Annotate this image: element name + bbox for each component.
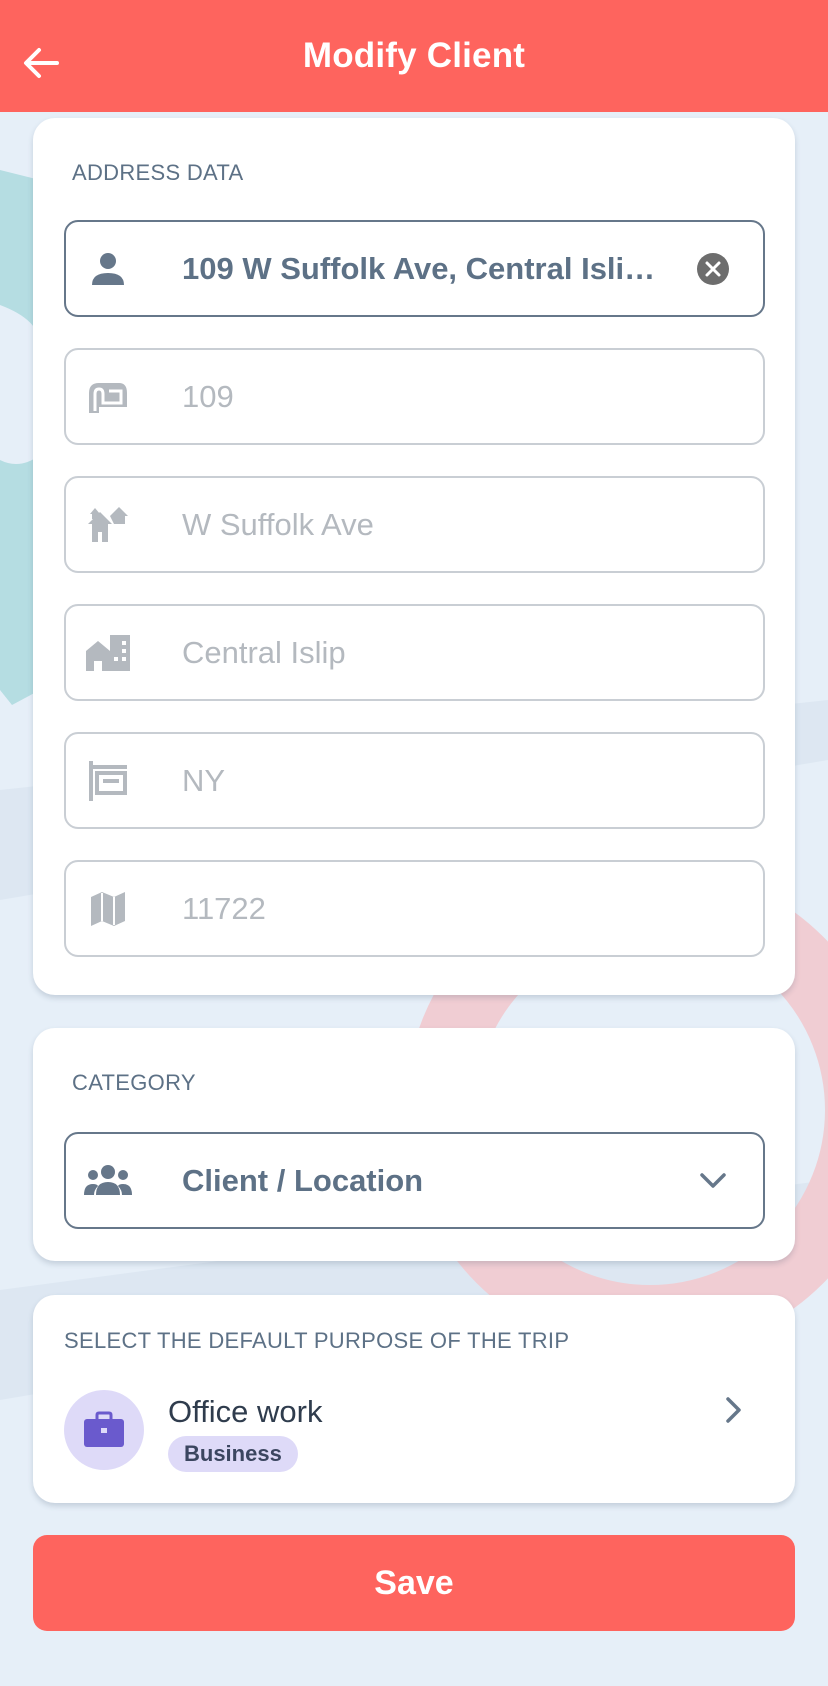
purpose-section-label: SELECT THE DEFAULT PURPOSE OF THE TRIP [64, 1328, 570, 1353]
save-button[interactable]: Save [33, 1535, 795, 1631]
category-card: CATEGORY Client / Location [33, 1028, 795, 1261]
purpose-badge: Business [168, 1436, 298, 1472]
address-card: ADDRESS DATA 109 W Suffolk Ave, Central … [33, 118, 795, 995]
state-value: NY [182, 762, 226, 798]
map-icon [84, 885, 132, 933]
page-title: Modify Client [302, 36, 526, 75]
city-buildings-icon [84, 629, 132, 677]
address-section-label: ADDRESS DATA [72, 160, 244, 185]
arrow-left-icon [24, 48, 59, 78]
signpost-icon [84, 757, 132, 805]
city-field[interactable]: Central Islip [64, 604, 765, 701]
back-button[interactable] [18, 40, 64, 86]
house-number-value: 109 [182, 378, 234, 414]
houses-icon [84, 501, 132, 549]
category-section-label: CATEGORY [72, 1070, 196, 1095]
city-value: Central Islip [182, 634, 346, 670]
address-search-value: 109 W Suffolk Ave, Central Islip, NY... [182, 250, 673, 286]
state-field[interactable]: NY [64, 732, 765, 829]
mailbox-icon [84, 373, 132, 421]
chevron-down-icon [695, 1163, 731, 1199]
trip-purpose-card[interactable]: SELECT THE DEFAULT PURPOSE OF THE TRIP O… [33, 1295, 795, 1503]
chevron-right-icon [716, 1392, 752, 1428]
app-header: Modify Client [0, 0, 828, 112]
clear-button[interactable] [695, 251, 731, 287]
purpose-item[interactable]: Office work Business [64, 1390, 764, 1480]
street-value: W Suffolk Ave [182, 506, 374, 542]
person-icon [84, 245, 132, 293]
zip-value: 11722 [182, 890, 266, 926]
briefcase-icon [84, 1411, 124, 1447]
zip-field[interactable]: 11722 [64, 860, 765, 957]
address-search-field[interactable]: 109 W Suffolk Ave, Central Islip, NY... [64, 220, 765, 317]
clear-icon [697, 252, 729, 285]
street-field[interactable]: W Suffolk Ave [64, 476, 765, 573]
category-selected-value: Client / Location [182, 1162, 424, 1198]
purpose-icon-circle [64, 1390, 144, 1470]
category-dropdown[interactable]: Client / Location [64, 1132, 765, 1229]
house-number-field[interactable]: 109 [64, 348, 765, 445]
purpose-title: Office work [168, 1394, 323, 1429]
group-icon [84, 1157, 132, 1205]
